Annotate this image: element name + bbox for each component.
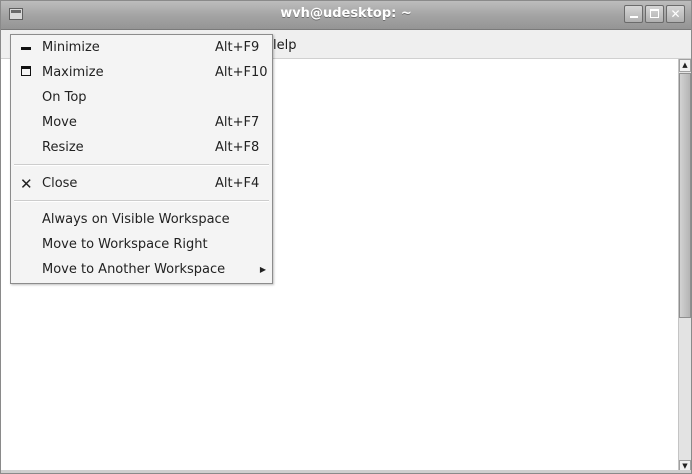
menu-item-close[interactable]: ✕ Close Alt+F4	[11, 173, 272, 195]
menu-item-minimize[interactable]: Minimize Alt+F9	[11, 37, 272, 59]
window-title: wvh@udesktop: ~	[280, 6, 412, 21]
menu-item-maximize[interactable]: Maximize Alt+F10	[11, 62, 272, 84]
menu-item-move-to-workspace-right[interactable]: Move to Workspace Right	[11, 234, 272, 256]
scroll-thumb[interactable]	[679, 73, 691, 318]
menu-item-accel: Alt+F7	[215, 115, 260, 130]
menu-item-label: Always on Visible Workspace	[42, 212, 230, 227]
menu-item-resize[interactable]: Resize Alt+F8	[11, 137, 272, 159]
minimize-button[interactable]	[624, 5, 643, 23]
bottom-edge	[1, 470, 691, 473]
menu-separator	[14, 200, 269, 202]
menu-item-always-on-visible-workspace[interactable]: Always on Visible Workspace	[11, 209, 272, 231]
menu-item-accel: Alt+F4	[215, 176, 260, 191]
menu-item-accel: Alt+F10	[215, 65, 268, 80]
menu-item-accel: Alt+F9	[215, 40, 260, 55]
submenu-arrow-icon: ▶	[259, 265, 266, 274]
maximize-icon	[21, 66, 31, 76]
vertical-scrollbar[interactable]: ▲ ▼	[678, 59, 691, 473]
menu-item-move-to-another-workspace[interactable]: Move to Another Workspace ▶	[11, 259, 272, 281]
menu-item-accel: Alt+F8	[215, 140, 260, 155]
menu-item-move[interactable]: Move Alt+F7	[11, 112, 272, 134]
menu-separator	[14, 164, 269, 166]
scroll-up-button[interactable]: ▲	[679, 59, 691, 72]
menu-item-label: On Top	[42, 90, 87, 105]
menu-item-label: Resize	[42, 140, 84, 155]
title-bar[interactable]: wvh@udesktop: ~ ✕	[1, 1, 691, 30]
window-menu: Minimize Alt+F9 Maximize Alt+F10 On Top …	[10, 34, 273, 284]
menu-item-label: Close	[42, 176, 78, 191]
maximize-icon	[650, 9, 659, 18]
menu-item-label: Move	[42, 115, 77, 130]
menu-item-label: Maximize	[42, 65, 104, 80]
menu-item-label: Move to Workspace Right	[42, 237, 208, 252]
minimize-icon	[630, 16, 638, 18]
close-button[interactable]: ✕	[666, 5, 685, 23]
menu-item-on-top[interactable]: On Top	[11, 87, 272, 109]
menu-item-label: Minimize	[42, 40, 100, 55]
window-controls: ✕	[624, 5, 685, 23]
minimize-icon	[20, 41, 32, 53]
menu-item-label: Move to Another Workspace	[42, 262, 226, 277]
close-icon: ✕	[20, 175, 33, 193]
menu-help[interactable]: lelp	[273, 38, 296, 53]
maximize-button[interactable]	[645, 5, 664, 23]
close-icon: ✕	[670, 7, 681, 21]
